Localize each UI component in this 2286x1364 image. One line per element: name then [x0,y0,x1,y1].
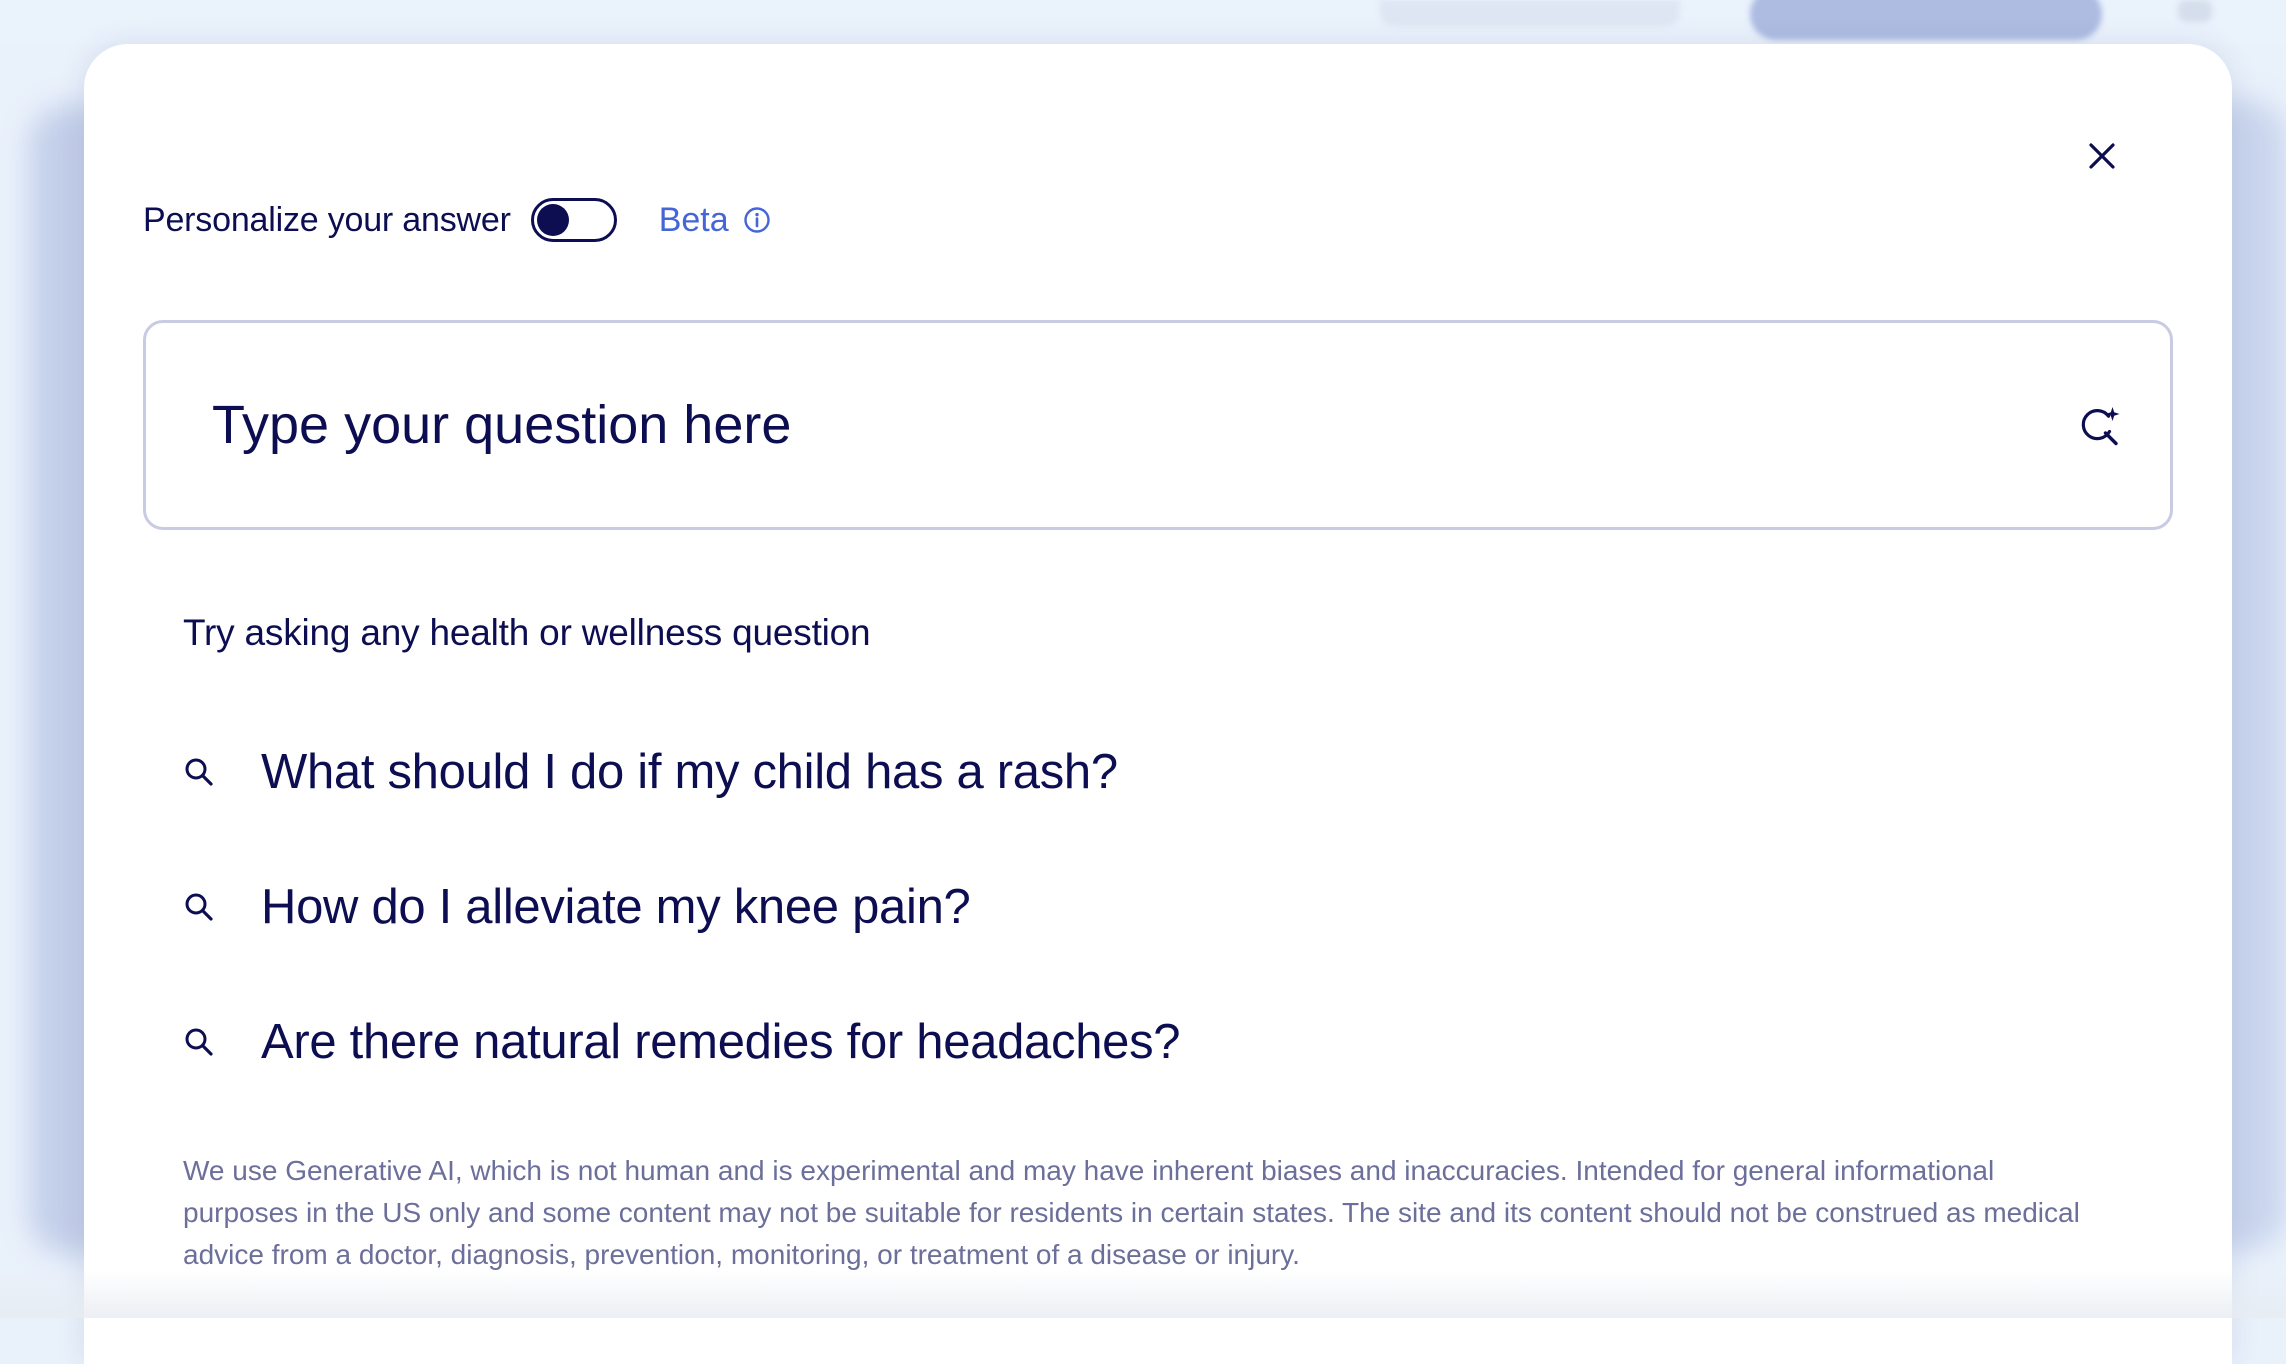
suggestion-item[interactable]: Are there natural remedies for headaches… [183,997,1181,1087]
beta-label: Beta [658,200,729,239]
search-icon [183,1026,229,1058]
ai-disclaimer: We use Generative AI, which is not human… [183,1155,2080,1270]
suggestion-item[interactable]: What should I do if my child has a rash? [183,727,1118,817]
suggestion-text: How do I alleviate my knee pain? [261,880,971,934]
personalize-label: Personalize your answer [143,200,511,239]
bottom-fade [0,1270,2286,1318]
close-icon [2089,143,2115,169]
question-input[interactable] [210,384,2070,466]
background-search-pill [1380,0,1680,26]
personalize-row: Personalize your answer Beta [143,190,771,250]
background-cta-button [1750,0,2102,40]
toggle-knob [536,204,569,236]
suggestion-text: Are there natural remedies for headaches… [261,1015,1181,1069]
close-button[interactable] [2064,118,2140,194]
ai-search-sparkle-icon [2081,407,2120,446]
search-icon [183,891,229,923]
suggestion-item[interactable]: How do I alleviate my knee pain? [183,862,971,952]
suggestions-heading: Try asking any health or wellness questi… [183,612,871,653]
suggestion-text: What should I do if my child has a rash? [261,745,1118,799]
info-icon[interactable] [743,206,771,234]
background-icon [2178,0,2212,22]
ai-search-button[interactable] [2070,395,2130,455]
personalize-toggle[interactable] [530,198,617,242]
question-search-box [143,320,2173,530]
search-icon [183,756,229,788]
